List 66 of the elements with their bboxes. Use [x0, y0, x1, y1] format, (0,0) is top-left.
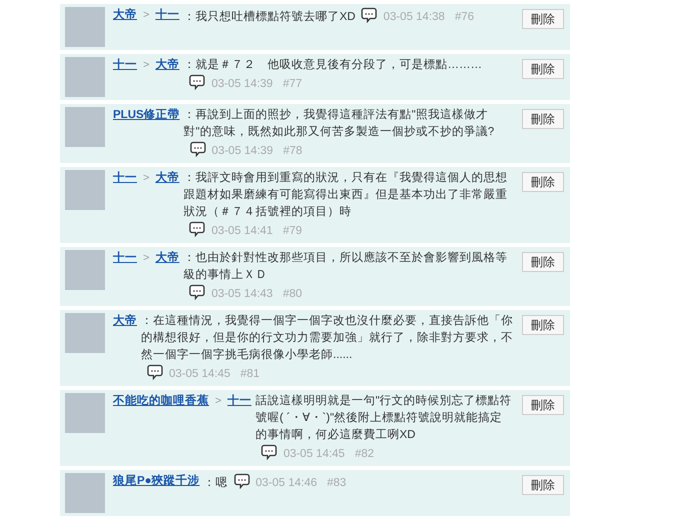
reply-arrow: >: [215, 395, 222, 407]
reply-to-link[interactable]: 大帝: [155, 252, 180, 264]
floor-number: #78: [283, 145, 302, 157]
author-link[interactable]: 不能吃的咖哩香蕉: [113, 395, 209, 407]
avatar-placeholder: [65, 473, 105, 513]
speech-bubble-icon[interactable]: [261, 444, 278, 460]
delete-button[interactable]: 刪除: [522, 395, 564, 415]
avatar-placeholder: [65, 313, 105, 353]
delete-button[interactable]: 刪除: [522, 475, 564, 495]
delete-button[interactable]: 刪除: [522, 172, 564, 192]
floor-number: #82: [354, 448, 374, 460]
comment-text: 話說這樣明明就是一句"行文的時候別忘了標點符號喔( ´・∀・`)"然後附上標點符號說明就能搞定的事情啊，何必這麼費工咧XD: [255, 393, 513, 443]
author-link[interactable]: 十一: [113, 252, 137, 264]
author-link[interactable]: 大帝: [113, 315, 137, 327]
author-link[interactable]: 狼尾P●狹蹤千涉: [113, 475, 200, 487]
reply-to-link[interactable]: 大帝: [155, 172, 180, 184]
avatar-placeholder: [65, 57, 105, 97]
reply-arrow: >: [143, 252, 150, 264]
speech-bubble-icon[interactable]: [189, 74, 206, 90]
reply-to-link[interactable]: 十一: [227, 395, 252, 407]
floor-number: #80: [282, 288, 302, 300]
author-link[interactable]: PLUS修正帶: [113, 109, 180, 121]
floor-number: #83: [327, 477, 346, 489]
delete-button[interactable]: 刪除: [522, 315, 564, 335]
comment-time: 03-05 14:45: [169, 368, 230, 380]
comment-time: 03-05 14:38: [383, 11, 445, 23]
comment-text: ：也由於針對性改那些項目，所以應該不至於會影響到風格等級的事情上ＸＤ: [183, 250, 508, 283]
avatar-placeholder: [65, 107, 105, 147]
floor-number: #76: [454, 11, 474, 23]
delete-button[interactable]: 刪除: [522, 9, 564, 29]
comment-time: 03-05 14:46: [256, 477, 318, 489]
speech-bubble-icon[interactable]: [190, 141, 206, 157]
reply-to-link[interactable]: 十一: [155, 9, 180, 21]
speech-bubble-icon[interactable]: [189, 284, 206, 300]
speech-bubble-icon[interactable]: [234, 473, 250, 489]
comment-text: ：在這種情況，我覺得一個字一個字改也沒什麼必要，直接告訴他「你的構想很好，但是你的行文功力需要加強」就行了，除非對方要求，不然一個字一個字挑毛病很像小學老師......: [141, 313, 514, 363]
comment-text: ：我只想吐槽標點符號去哪了XD: [183, 10, 356, 25]
delete-button[interactable]: 刪除: [522, 109, 564, 129]
reply-arrow: >: [143, 59, 150, 71]
comment-time: 03-05 14:43: [211, 288, 273, 300]
comment-time: 03-05 14:39: [212, 145, 274, 157]
speech-bubble-icon[interactable]: [147, 364, 163, 380]
floor-number: #81: [240, 368, 260, 380]
comment-time: 03-05 14:45: [283, 448, 345, 460]
speech-bubble-icon[interactable]: [189, 221, 206, 237]
avatar-placeholder: [65, 393, 105, 433]
avatar-placeholder: [65, 7, 105, 47]
reply-arrow: >: [143, 9, 150, 21]
floor-number: #79: [282, 225, 302, 237]
comment-text: ：嗯: [204, 476, 228, 491]
avatar-placeholder: [65, 250, 105, 290]
author-link[interactable]: 大帝: [113, 9, 137, 21]
author-link[interactable]: 十一: [113, 59, 137, 71]
comment-time: 03-05 14:41: [211, 225, 273, 237]
comment-text: ：就是＃７２ 他吸收意見後有分段了，可是標點………: [183, 58, 482, 73]
speech-bubble-icon[interactable]: [361, 7, 378, 23]
delete-button[interactable]: 刪除: [522, 252, 564, 272]
avatar-placeholder: [65, 170, 105, 210]
comment-time: 03-05 14:39: [211, 78, 273, 90]
delete-button[interactable]: 刪除: [522, 59, 564, 79]
reply-arrow: >: [143, 172, 150, 184]
floor-number: #77: [282, 78, 302, 90]
comment-text: ：我評文時會用到重寫的狀況，只有在『我覺得這個人的思想跟題材如果磨練有可能寫得出東西』但是基本功出了非常嚴重狀況（＃７４括號裡的項目）時: [183, 170, 508, 220]
reply-to-link[interactable]: 大帝: [155, 59, 180, 71]
author-link[interactable]: 十一: [113, 172, 137, 184]
comment-text: ：再說到上面的照抄，我覺得這種評法有點"照我這樣做才對"的意味，既然如此那又何苦多製造一個抄或不抄的爭議?: [184, 107, 496, 140]
